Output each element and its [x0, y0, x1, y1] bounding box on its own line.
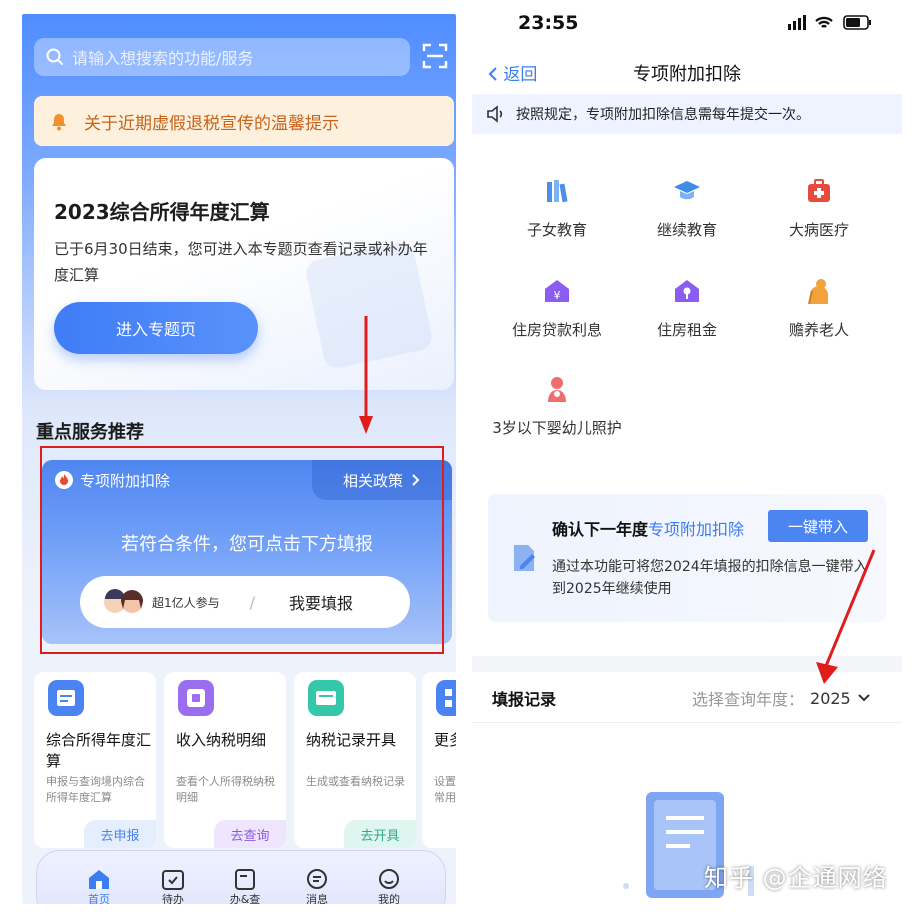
status-icons — [788, 15, 871, 30]
tile-desc: 生成或查看纳税记录 — [306, 775, 405, 788]
item-housing-loan[interactable]: ¥ 住房贷款利息 — [492, 276, 622, 342]
tab-label: 消息 — [306, 893, 328, 904]
elderly-icon — [808, 279, 828, 305]
tile-go-button[interactable]: 去开具 — [344, 820, 416, 848]
announcement-bar: 按照规定，专项附加扣除信息需每年提交一次。 — [472, 94, 902, 134]
smile-icon — [379, 869, 399, 889]
item-children-education[interactable]: 子女教育 — [492, 176, 622, 242]
one-click-import-button[interactable]: 一键带入 — [768, 510, 868, 542]
enter-topic-button[interactable]: 进入专题页 — [54, 302, 258, 354]
bottom-tab-bar: 首页 待办 办&查 消息 我的 — [36, 850, 446, 904]
search-icon — [46, 48, 64, 66]
year-label: 选择查询年度： — [692, 690, 805, 709]
nav-bar: 专项附加扣除 返回 — [472, 52, 902, 92]
watermark: 知乎 @企通网络 — [704, 864, 888, 892]
records-divider — [472, 722, 902, 723]
service-tiles: 综合所得年度汇算 申报与查询境内综合所得年度汇算 去申报 收入纳税明细 查看个人… — [34, 672, 456, 858]
annotation-arrow — [816, 549, 876, 684]
confirm-title-highlight: 专项附加扣除 — [648, 520, 745, 539]
message-icon — [307, 869, 327, 889]
tab-label: 待办 — [162, 893, 184, 904]
tile-more[interactable]: 更多 设置常用 — [422, 672, 456, 848]
tab-messages[interactable]: 消息 — [287, 867, 347, 904]
records-title: 填报记录 — [492, 690, 557, 709]
back-label: 返回 — [503, 65, 538, 85]
tile-income-details[interactable]: 收入纳税明细 查看个人所得税纳税明细 去查询 — [164, 672, 286, 848]
books-icon — [547, 180, 568, 203]
tile-desc: 申报与查询境内综合所得年度汇算 — [46, 775, 145, 804]
tab-home[interactable]: 首页 — [69, 867, 129, 904]
home-icon — [89, 870, 109, 889]
item-housing-rent[interactable]: 住房租金 — [622, 276, 752, 342]
infant-icon — [548, 377, 566, 402]
tile-go-button[interactable]: 去查询 — [214, 820, 286, 848]
item-infant-care[interactable]: 3岁以下婴幼儿照护 — [492, 374, 622, 440]
scan-icon[interactable] — [422, 42, 448, 70]
annual-settlement-card: 2023综合所得年度汇算 已于6月30日结束，您可进入本专题页查看记录或补办年度… — [34, 158, 454, 390]
tab-label: 办&查 — [229, 893, 261, 904]
highlight-box — [40, 446, 444, 654]
card-title: 2023综合所得年度汇算 — [54, 200, 270, 224]
tab-profile[interactable]: 我的 — [359, 867, 419, 904]
notice-banner[interactable]: 关于近期虚假退税宣传的温馨提示 — [34, 96, 454, 146]
tab-services[interactable]: 办&查 — [215, 867, 275, 904]
graduation-cap-icon — [674, 181, 700, 200]
chevron-down-icon — [858, 694, 870, 702]
item-elderly-support[interactable]: 赡养老人 — [754, 276, 884, 342]
bell-icon — [52, 114, 66, 131]
search-placeholder: 请输入想搜索的功能/服务 — [72, 49, 254, 68]
year-value: 2025 — [810, 688, 851, 708]
tab-label: 首页 — [88, 893, 110, 904]
tile-desc: 设置常用 — [434, 775, 456, 804]
medical-kit-icon — [808, 179, 830, 202]
item-label: 住房租金 — [656, 321, 717, 339]
year-selector[interactable]: 选择查询年度： 2025 — [692, 686, 871, 710]
item-label: 大病医疗 — [788, 221, 849, 239]
item-continuing-education[interactable]: 继续教育 — [622, 176, 752, 242]
section-title: 重点服务推荐 — [36, 422, 144, 443]
tile-title: 纳税记录开具 — [306, 731, 397, 749]
item-label: 住房贷款利息 — [511, 321, 602, 339]
right-phone-screen: 23:55 专项附加扣除 返回 按照规定，专项附加扣除信息需每年提交一次。 子女… — [472, 0, 902, 916]
tile-title: 更多 — [434, 731, 456, 749]
svg-text:¥: ¥ — [554, 289, 561, 302]
tab-todo[interactable]: 待办 — [143, 867, 203, 904]
confirm-title-prefix: 确认下一年度 — [552, 520, 649, 539]
search-bar[interactable]: 请输入想搜索的功能/服务 — [34, 38, 410, 76]
tile-icon — [308, 680, 344, 716]
tile-annual-settlement[interactable]: 综合所得年度汇算 申报与查询境内综合所得年度汇算 去申报 — [34, 672, 156, 848]
house-yen-icon: ¥ — [545, 280, 569, 302]
notice-text: 关于近期虚假退税宣传的温馨提示 — [84, 113, 339, 134]
document-icon — [235, 869, 255, 890]
speaker-icon — [487, 105, 503, 123]
back-button[interactable]: 返回 — [488, 60, 537, 85]
house-key-icon — [675, 280, 699, 302]
item-label: 子女教育 — [526, 221, 587, 239]
tile-title: 收入纳税明细 — [176, 731, 267, 749]
annotation-arrow — [359, 316, 373, 434]
tile-icon — [436, 680, 456, 716]
card-description: 已于6月30日结束，您可进入本专题页查看记录或补办年度汇算 — [54, 240, 428, 284]
item-label: 3岁以下婴幼儿照护 — [492, 419, 622, 437]
calendar-icon — [162, 870, 184, 890]
confirm-title: 确认下一年度专项附加扣除 — [552, 516, 744, 540]
announcement-text: 按照规定，专项附加扣除信息需每年提交一次。 — [516, 107, 810, 123]
item-label: 继续教育 — [656, 221, 717, 239]
tab-label: 我的 — [378, 893, 400, 904]
tile-desc: 查看个人所得税纳税明细 — [176, 775, 275, 804]
tile-tax-record[interactable]: 纳税记录开具 生成或查看纳税记录 去开具 — [294, 672, 416, 848]
tile-go-button[interactable]: 去申报 — [84, 820, 156, 848]
status-time: 23:55 — [518, 12, 579, 34]
chevron-left-icon — [488, 67, 497, 81]
tile-icon — [48, 680, 84, 716]
item-serious-illness[interactable]: 大病医疗 — [754, 176, 884, 242]
tile-icon — [178, 680, 214, 716]
tile-title: 综合所得年度汇算 — [46, 731, 152, 770]
edit-document-icon — [514, 545, 535, 571]
item-label: 赡养老人 — [788, 321, 849, 339]
